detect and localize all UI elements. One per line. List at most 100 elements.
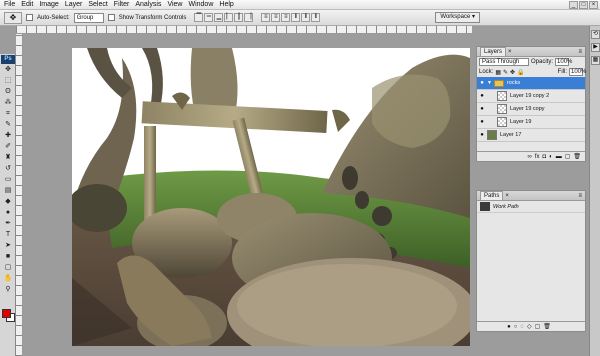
crop-icon[interactable]: ⌗ — [2, 109, 14, 119]
close-icon[interactable]: × — [508, 49, 512, 55]
folder-icon[interactable]: ▬ — [556, 152, 562, 161]
menu-layer[interactable]: Layer — [65, 0, 83, 10]
workspace-button[interactable]: Workspace ▾ — [435, 12, 480, 23]
lock-position-icon[interactable]: ✥ — [510, 69, 515, 76]
stroke-path-icon[interactable]: ○ — [514, 322, 518, 331]
type-icon[interactable]: T — [2, 230, 14, 240]
trash-icon[interactable]: 🗑 — [573, 152, 581, 161]
align-hcenter-icon[interactable]: ║ — [234, 13, 244, 22]
menu-view[interactable]: View — [167, 0, 182, 10]
dodge-icon[interactable]: ● — [2, 208, 14, 218]
auto-select-dropdown[interactable]: Group — [73, 12, 104, 23]
notes-icon[interactable]: ▢ — [2, 263, 14, 273]
menu-edit[interactable]: Edit — [21, 0, 33, 10]
workspace-label: Workspace — [440, 14, 471, 20]
pen-icon[interactable]: ✒ — [2, 219, 14, 229]
eyedropper-icon[interactable]: ✎ — [2, 120, 14, 130]
align-bottom-icon[interactable]: ▁ — [214, 13, 224, 22]
document-canvas[interactable] — [72, 48, 470, 346]
tab-layers[interactable]: Layers — [480, 47, 507, 56]
panel-menu-icon[interactable]: ≡ — [578, 49, 582, 55]
align-left-icon[interactable]: ▏ — [224, 13, 234, 22]
fill-input[interactable]: 100% — [569, 68, 586, 76]
panel-menu-icon[interactable]: ≡ — [578, 193, 582, 199]
actions-icon[interactable]: ▶ — [591, 43, 600, 52]
healing-icon[interactable]: ✚ — [2, 131, 14, 141]
distribute-right-icon[interactable]: ⫴ — [311, 13, 321, 22]
menu-window[interactable]: Window — [188, 0, 213, 10]
eraser-icon[interactable]: ▭ — [2, 175, 14, 185]
menu-analysis[interactable]: Analysis — [135, 0, 161, 10]
horizontal-ruler — [16, 26, 472, 34]
maximize-icon[interactable]: □ — [579, 1, 588, 9]
mask-icon[interactable]: ◘ — [542, 152, 546, 161]
stamp-icon[interactable]: ♜ — [2, 153, 14, 163]
eye-icon[interactable]: ● — [477, 80, 487, 86]
layer-row[interactable]: ● ▼ rocks — [477, 77, 585, 90]
tool-preset-picker[interactable]: ✥ — [4, 11, 22, 24]
disclosure-triangle-icon[interactable]: ▼ — [487, 80, 492, 86]
align-top-icon[interactable]: ▔ — [194, 13, 204, 22]
menu-select[interactable]: Select — [88, 0, 107, 10]
show-transform-checkbox[interactable] — [107, 14, 115, 21]
menu-image[interactable]: Image — [39, 0, 58, 10]
path-row[interactable]: Work Path — [477, 201, 585, 213]
trash-icon[interactable]: 🗑 — [543, 322, 551, 331]
history-icon[interactable]: ⟲ — [591, 30, 600, 39]
blend-mode-dropdown[interactable]: Pass Through — [479, 58, 529, 66]
fill-path-icon[interactable]: ● — [507, 322, 511, 331]
layer-row[interactable]: ● Layer 19 copy — [477, 103, 585, 116]
distribute-top-icon[interactable]: ≡ — [261, 13, 271, 22]
distribute-bottom-icon[interactable]: ≡ — [281, 13, 291, 22]
menu-filter[interactable]: Filter — [114, 0, 130, 10]
path-name: Work Path — [493, 203, 519, 210]
distribute-hcenter-icon[interactable]: ⫴ — [301, 13, 311, 22]
eye-icon[interactable]: ● — [477, 93, 487, 99]
blur-icon[interactable]: ◆ — [2, 197, 14, 207]
magic-wand-icon[interactable]: ⁂ — [2, 98, 14, 108]
marquee-icon[interactable]: ⬚ — [2, 76, 14, 86]
layer-row[interactable]: ● Layer 19 copy 2 — [477, 90, 585, 103]
ps-logo: Ps — [1, 55, 15, 64]
swatches-icon[interactable]: ▦ — [591, 56, 600, 65]
eye-icon[interactable]: ● — [477, 106, 487, 112]
lock-image-icon[interactable]: ✎ — [503, 69, 508, 76]
move-icon: ✥ — [9, 12, 17, 22]
lasso-icon[interactable]: ʘ — [2, 87, 14, 97]
scene-image — [72, 48, 470, 346]
load-selection-icon[interactable]: ◌ — [520, 322, 524, 331]
eye-icon[interactable]: ● — [477, 132, 487, 138]
gradient-icon[interactable]: ▤ — [2, 186, 14, 196]
close-icon[interactable]: × — [505, 193, 509, 199]
path-select-icon[interactable]: ➤ — [2, 241, 14, 251]
move-icon[interactable]: ✥ — [2, 65, 14, 75]
tab-paths[interactable]: Paths — [480, 191, 504, 200]
auto-select-checkbox[interactable] — [26, 14, 33, 21]
distribute-vcenter-icon[interactable]: ≡ — [271, 13, 281, 22]
new-path-icon[interactable]: ▢ — [535, 322, 541, 331]
make-path-icon[interactable]: ◇ — [527, 322, 532, 331]
menu-file[interactable]: File — [4, 0, 15, 10]
adjustment-icon[interactable]: ◐ — [549, 152, 553, 161]
layer-row[interactable]: ● Layer 19 — [477, 116, 585, 129]
foreground-color-swatch[interactable] — [2, 309, 11, 318]
new-layer-icon[interactable]: ▢ — [565, 152, 571, 161]
align-right-icon[interactable]: ▕ — [244, 13, 254, 22]
layer-row[interactable]: ● Layer 17 — [477, 129, 585, 142]
distribute-left-icon[interactable]: ⫴ — [291, 13, 301, 22]
menu-help[interactable]: Help — [219, 0, 233, 10]
fx-icon[interactable]: fx — [535, 152, 540, 161]
align-vcenter-icon[interactable]: ═ — [204, 13, 214, 22]
lock-all-icon[interactable]: 🔒 — [517, 69, 524, 76]
eye-icon[interactable]: ● — [477, 119, 487, 125]
shape-icon[interactable]: ■ — [2, 252, 14, 262]
history-brush-icon[interactable]: ↺ — [2, 164, 14, 174]
minimize-icon[interactable]: _ — [569, 1, 578, 9]
lock-transparent-icon[interactable]: ▦ — [495, 69, 501, 76]
zoom-icon[interactable]: ⚲ — [2, 285, 14, 295]
hand-icon[interactable]: ✋ — [2, 274, 14, 284]
link-icon[interactable]: ∞ — [528, 152, 532, 161]
opacity-input[interactable]: 100% — [555, 58, 572, 66]
close-icon[interactable]: × — [589, 1, 598, 9]
brush-icon[interactable]: ✐ — [2, 142, 14, 152]
